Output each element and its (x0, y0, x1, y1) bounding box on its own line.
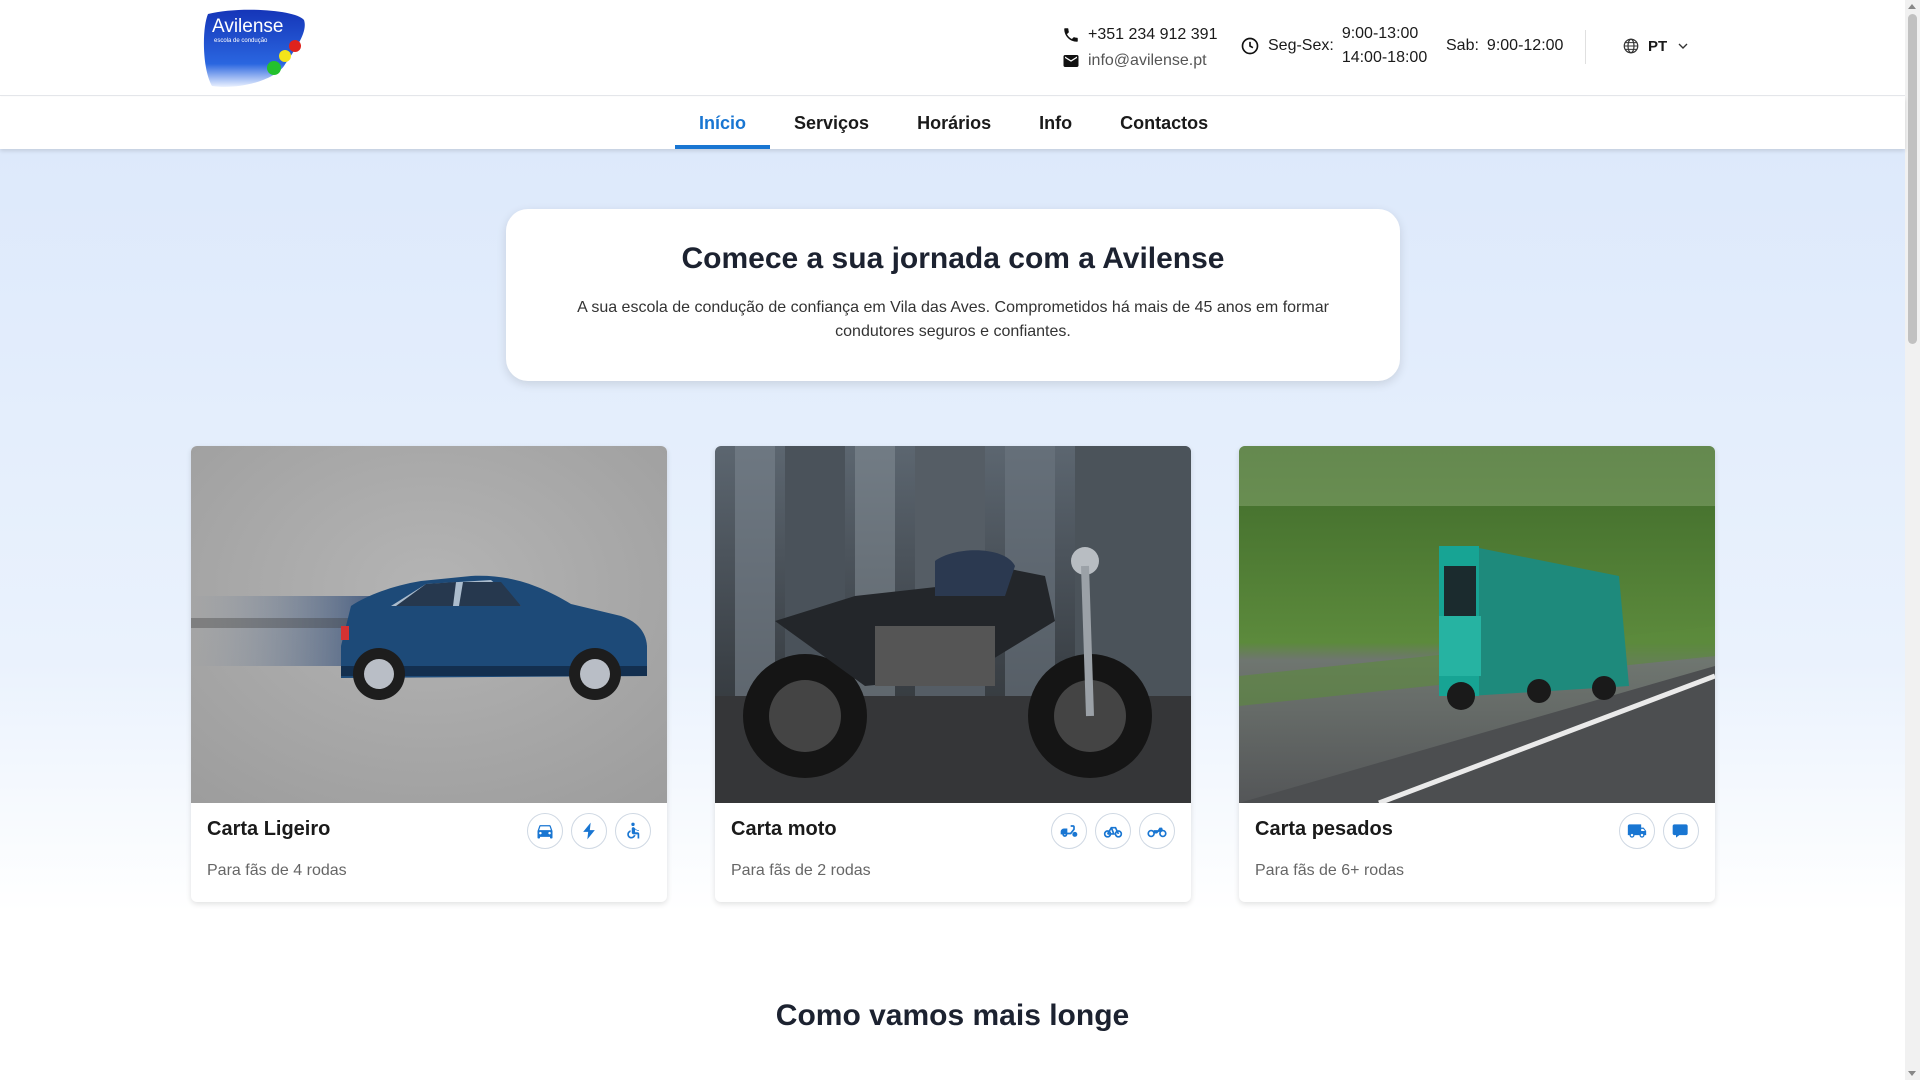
card-icons (527, 813, 651, 849)
nav-item-horarios[interactable]: Horários (893, 97, 1015, 149)
weekday-label: Seg-Sex: (1268, 37, 1334, 54)
logo-text: Avilense (212, 16, 284, 37)
hero-card: Comece a sua jornada com a Avilense A su… (506, 209, 1400, 381)
page-scrollbar[interactable] (1905, 0, 1920, 1080)
scrollbar-thumb[interactable] (1908, 14, 1917, 344)
nav-item-servicos[interactable]: Serviços (770, 97, 893, 149)
card-title: Carta Ligeiro (207, 818, 331, 840)
saturday-time: 9:00-12:00 (1486, 37, 1564, 54)
avilense-logo[interactable]: Avilense escola de condução (200, 8, 306, 88)
card-title: Carta pesados (1255, 818, 1393, 840)
electric-bolt-icon[interactable] (571, 813, 607, 849)
nav-item-info[interactable]: Info (1015, 97, 1096, 149)
truck-image (1239, 446, 1715, 803)
accessible-icon[interactable] (615, 813, 651, 849)
main-content: Comece a sua jornada com a Avilense A su… (0, 149, 1905, 1080)
main-nav: Início Serviços Horários Info Contactos (0, 97, 1905, 149)
nav-item-contactos[interactable]: Contactos (1096, 97, 1232, 149)
motorcycle-image (715, 446, 1191, 803)
weekday-hours: Seg-Sex: 9:00-13:00 14:00-18:00 (1240, 22, 1427, 70)
globe-icon (1623, 38, 1639, 54)
nav-item-inicio[interactable]: Início (675, 97, 771, 149)
weekday-times: 9:00-13:00 14:00-18:00 (1342, 22, 1427, 70)
phone-number[interactable]: +351 234 912 391 (1088, 22, 1217, 48)
language-code: PT (1648, 37, 1668, 55)
chevron-down-icon (1678, 43, 1688, 49)
card-icons (1051, 813, 1175, 849)
phone-icon (1062, 26, 1080, 44)
hero-title: Comece a sua jornada com a Avilense (681, 242, 1225, 275)
card-icons (1619, 813, 1699, 849)
top-header: Avilense escola de condução +351 234 912… (0, 0, 1905, 96)
card-subtitle: Para fãs de 4 rodas (207, 862, 347, 879)
hero-description: A sua escola de condução de confiança em… (577, 299, 1329, 340)
card-subtitle: Para fãs de 6+ rodas (1255, 862, 1404, 879)
scroll-down-arrow-icon[interactable] (1908, 1071, 1916, 1076)
clock-icon (1241, 37, 1259, 55)
scroll-up-arrow-icon[interactable] (1908, 4, 1916, 9)
car-icon[interactable] (527, 813, 563, 849)
section-title: Como vamos mais longe (775, 999, 1130, 1032)
weekday-morning-hours: 9:00-13:00 (1341, 25, 1419, 42)
mail-icon (1062, 52, 1080, 70)
card-subtitle: Para fãs de 2 rodas (731, 862, 871, 879)
bus-icon[interactable] (1663, 813, 1699, 849)
service-card-ligeiro[interactable]: Carta Ligeiro Para fãs de 4 rodas (191, 446, 667, 902)
motorcycle-icon[interactable] (1139, 813, 1175, 849)
contact-info: +351 234 912 391 info@avilense.pt (1062, 22, 1217, 74)
service-card-pesados[interactable]: Carta pesados Para fãs de 6+ rodas (1239, 446, 1715, 902)
header-divider (1585, 30, 1586, 64)
saturday-label: Sab: (1446, 37, 1479, 54)
phone-row[interactable]: +351 234 912 391 (1062, 22, 1217, 48)
weekday-afternoon-hours: 14:00-18:00 (1341, 49, 1428, 66)
service-card-moto[interactable]: Carta moto Para fãs de 2 rodas (715, 446, 1191, 902)
logo-subtext: escola de condução (214, 38, 268, 44)
saturday-hours: Sab: 9:00-12:00 (1446, 37, 1563, 55)
car-image (191, 446, 667, 803)
moped-icon[interactable] (1051, 813, 1087, 849)
language-selector[interactable]: PT (1622, 37, 1691, 55)
email-row[interactable]: info@avilense.pt (1062, 48, 1217, 74)
bicycle-icon[interactable] (1095, 813, 1131, 849)
card-title: Carta moto (731, 818, 837, 840)
truck-icon[interactable] (1619, 813, 1655, 849)
email-address[interactable]: info@avilense.pt (1088, 48, 1207, 74)
